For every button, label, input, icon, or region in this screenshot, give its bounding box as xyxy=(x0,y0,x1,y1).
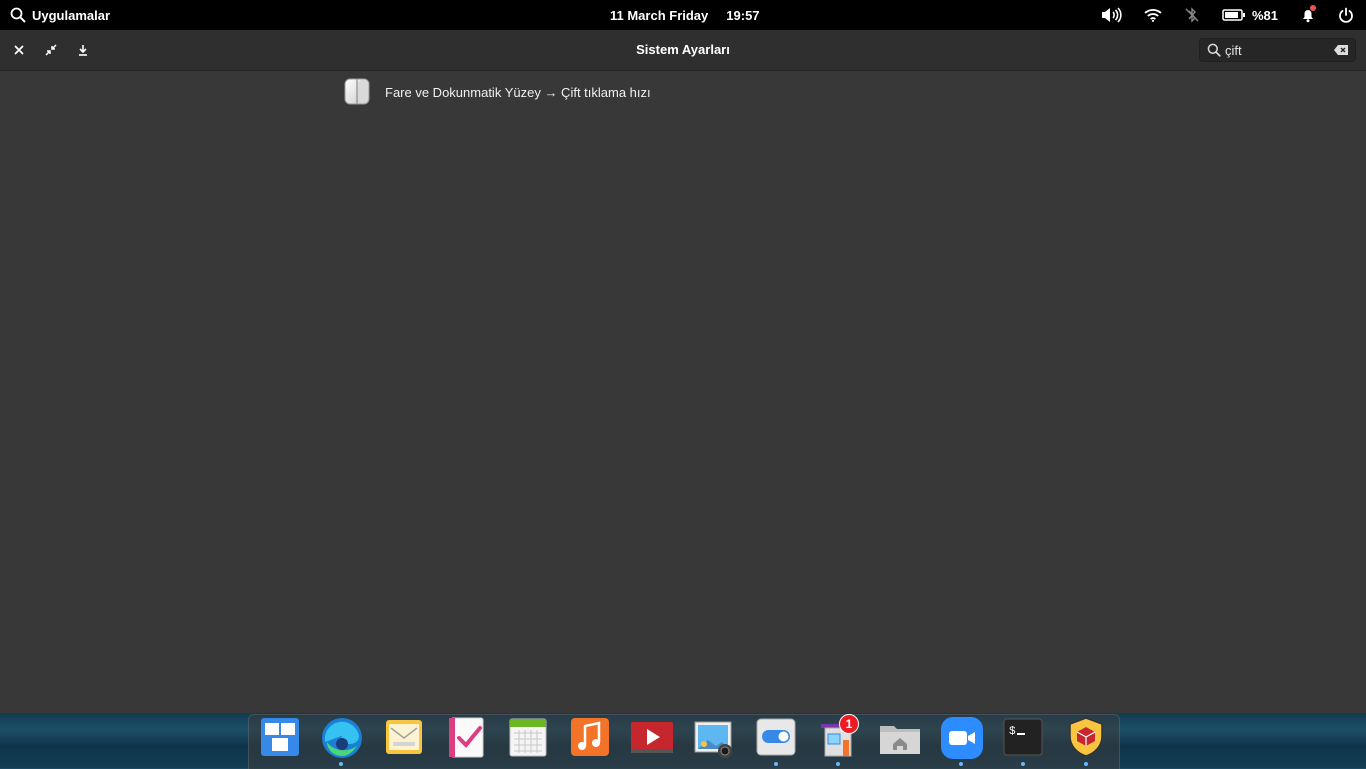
dock-item-photos[interactable] xyxy=(692,716,734,758)
music-icon xyxy=(571,718,609,756)
clear-text-icon[interactable] xyxy=(1333,44,1349,56)
dock-item-calendar[interactable] xyxy=(507,716,549,758)
dock-item-system-settings[interactable] xyxy=(755,716,797,766)
photos-icon xyxy=(694,721,732,758)
mouse-icon xyxy=(344,78,370,105)
volume-icon xyxy=(1101,7,1122,23)
home-folder-icon xyxy=(880,726,920,754)
running-indicator xyxy=(836,762,840,766)
power-indicator[interactable]: %81 xyxy=(1222,8,1278,23)
edge-browser-icon xyxy=(322,718,362,758)
power-icon xyxy=(1339,7,1353,23)
dock-item-microsoft-edge[interactable] xyxy=(320,716,362,766)
dock-item-mail[interactable] xyxy=(383,716,425,758)
videos-icon xyxy=(631,722,673,753)
network-indicator[interactable] xyxy=(1144,8,1162,22)
search-entry[interactable] xyxy=(1199,38,1356,62)
mail-icon xyxy=(386,720,422,754)
minimize-button[interactable] xyxy=(73,40,93,60)
time-text: 19:57 xyxy=(726,7,760,23)
close-icon xyxy=(14,45,24,55)
dock xyxy=(248,714,1120,769)
dock-item-files[interactable] xyxy=(878,716,920,758)
dock-item-zoom[interactable] xyxy=(940,716,983,766)
bluetooth-disabled-icon xyxy=(1185,7,1199,23)
wifi-icon xyxy=(1144,9,1162,22)
notification-dot xyxy=(1310,5,1316,11)
search-result-row[interactable]: Fare ve Dokunmatik Yüzey → Çift tıklama … xyxy=(342,76,651,108)
svg-text:$: $ xyxy=(1009,726,1016,738)
multitasking-view-icon xyxy=(261,718,299,756)
sound-indicator[interactable] xyxy=(1100,7,1122,23)
search-icon xyxy=(10,7,26,23)
zoom-icon xyxy=(941,717,983,759)
date-text: 11 March Friday xyxy=(610,7,709,23)
search-icon xyxy=(1207,43,1221,57)
tasks-icon xyxy=(449,717,484,758)
top-panel: Uygulamalar 11 March Friday 19:57 %81 xyxy=(0,0,1366,30)
unmaximize-button[interactable] xyxy=(41,40,61,60)
dock-item-security-app[interactable] xyxy=(1065,716,1107,766)
system-settings-window: Sistem Ayarları Fare v xyxy=(0,30,1366,713)
search-input[interactable] xyxy=(1225,42,1330,58)
applications-label: Uygulamalar xyxy=(32,7,111,23)
datetime-indicator[interactable]: 11 March Friday 19:57 xyxy=(610,0,760,30)
search-result-label: Fare ve Dokunmatik Yüzey → Çift tıklama … xyxy=(385,84,651,100)
headerbar: Sistem Ayarları xyxy=(0,30,1366,71)
restore-icon xyxy=(45,44,57,56)
dock-item-tasks[interactable] xyxy=(445,716,487,758)
running-indicator xyxy=(959,762,963,766)
running-indicator xyxy=(1084,762,1088,766)
settings-icon xyxy=(756,718,796,756)
window-title: Sistem Ayarları xyxy=(636,42,730,57)
dock-item-appcenter[interactable]: 1 xyxy=(817,714,859,766)
running-indicator xyxy=(1021,762,1025,766)
session-indicator[interactable] xyxy=(1338,7,1354,23)
running-indicator xyxy=(774,762,778,766)
running-indicator xyxy=(339,762,343,766)
close-button[interactable] xyxy=(9,40,29,60)
dock-item-terminal[interactable]: $ xyxy=(1002,716,1044,766)
terminal-icon: $ xyxy=(1003,718,1043,756)
calendar-icon xyxy=(509,718,547,757)
battery-percent: %81 xyxy=(1251,7,1278,23)
update-badge: 1 xyxy=(839,714,859,734)
bluetooth-indicator[interactable] xyxy=(1184,7,1200,23)
applications-menu[interactable]: Uygulamalar xyxy=(10,0,110,30)
shield-icon xyxy=(1069,717,1103,757)
dock-item-multitasking-view[interactable] xyxy=(259,716,301,758)
battery-icon xyxy=(1222,9,1245,21)
notifications-indicator[interactable] xyxy=(1300,5,1316,23)
dock-item-music[interactable] xyxy=(569,716,611,758)
dock-item-videos[interactable] xyxy=(630,716,673,758)
download-icon xyxy=(79,45,87,56)
